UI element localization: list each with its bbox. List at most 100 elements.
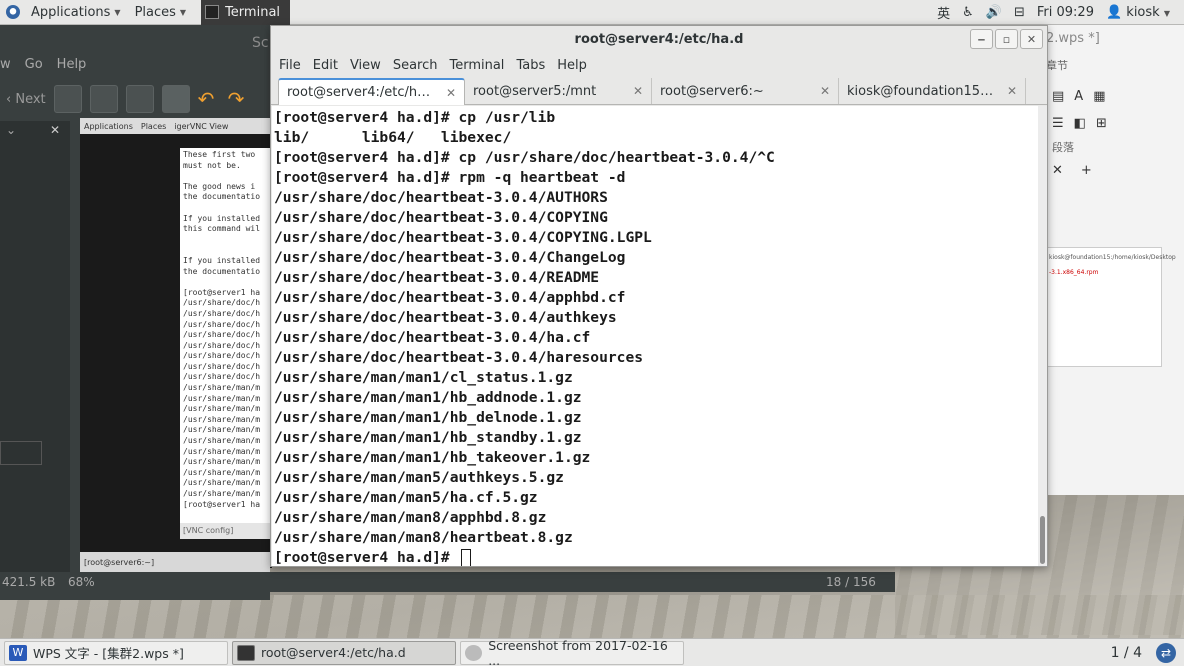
terminal-line: /usr/share/man/man5/authkeys.5.gz bbox=[274, 469, 564, 486]
terminal-line: /usr/share/man/man8/heartbeat.8.gz bbox=[274, 529, 573, 546]
align-icon[interactable]: ▤ bbox=[1052, 89, 1064, 104]
task-terminal[interactable]: root@server4:/etc/ha.d bbox=[232, 640, 456, 665]
toolbar-button-2[interactable] bbox=[89, 85, 118, 113]
accessibility-icon[interactable]: ♿ bbox=[962, 5, 974, 20]
menu-search[interactable]: Search bbox=[387, 58, 444, 73]
mini-text: -3.1.x86_64.rpm bbox=[1049, 269, 1099, 276]
sidebar-input[interactable] bbox=[0, 441, 42, 465]
maximize-button[interactable]: ▫ bbox=[995, 29, 1018, 49]
menu-file[interactable]: File bbox=[273, 58, 307, 73]
applications-menu[interactable]: Applications ▼ bbox=[24, 5, 128, 20]
next-label: Next bbox=[15, 91, 46, 107]
task-screenshot[interactable]: Screenshot from 2017-02-16 ... bbox=[460, 638, 684, 666]
terminal-prompt: [root@server4 ha.d]# bbox=[274, 549, 459, 566]
close-tab-icon[interactable]: ✕ bbox=[633, 84, 643, 98]
close-icon[interactable]: ✕ bbox=[1052, 163, 1063, 178]
active-app-terminal[interactable]: Terminal bbox=[201, 0, 291, 25]
tab-server4[interactable]: root@server4:/etc/ha.d ✕ bbox=[278, 78, 465, 105]
terminal-scrollbar[interactable] bbox=[1038, 106, 1047, 566]
rotate-left-icon[interactable]: ↶ bbox=[198, 88, 220, 110]
tab-foundation15[interactable]: kiosk@foundation15:/ho... ✕ bbox=[839, 78, 1026, 104]
menu-view[interactable]: View bbox=[344, 58, 387, 73]
wps-section-tab[interactable]: 章节 bbox=[1046, 57, 1068, 73]
terminal-output[interactable]: [root@server4 ha.d]# cp /usr/lib lib/ lib… bbox=[272, 106, 1038, 566]
file-size: 421.5 kB bbox=[2, 575, 56, 589]
vnc-doc-line: /usr/share/doc/h bbox=[183, 340, 261, 350]
close-icon[interactable]: ✕ bbox=[50, 123, 60, 137]
clock[interactable]: Fri 09:29 bbox=[1037, 5, 1094, 20]
menu-go[interactable]: Go bbox=[25, 57, 43, 79]
terminal-line: /usr/share/doc/heartbeat-3.0.4/ChangeLog bbox=[274, 249, 626, 266]
terminal-line: /usr/share/man/man8/apphbd.8.gz bbox=[274, 509, 547, 526]
task-wps[interactable]: W WPS 文字 - [集群2.wps *] bbox=[4, 640, 228, 665]
text-cursor bbox=[460, 549, 471, 566]
wps-toolbar: ▤ A ▦ ☰ ◧ ⊞ 段落 ✕ + bbox=[1052, 89, 1182, 179]
close-button[interactable]: ✕ bbox=[1020, 29, 1043, 49]
vnc-task-button[interactable]: [root@server6:~] bbox=[84, 558, 154, 567]
network-icon[interactable]: ⊟ bbox=[1014, 5, 1025, 20]
menu-view[interactable]: w bbox=[0, 57, 11, 79]
close-tab-icon[interactable]: ✕ bbox=[820, 84, 830, 98]
terminal-titlebar[interactable]: root@server4:/etc/ha.d ‒ ▫ ✕ bbox=[271, 26, 1047, 53]
menu-bar: w Go Help bbox=[0, 57, 270, 79]
terminal-window[interactable]: root@server4:/etc/ha.d ‒ ▫ ✕ File Edit V… bbox=[270, 25, 1048, 567]
border-icon[interactable]: ⊞ bbox=[1096, 116, 1107, 131]
tab-server5[interactable]: root@server5:/mnt ✕ bbox=[465, 78, 652, 104]
toolbar: ‹ Next ↶ ↷ bbox=[0, 79, 270, 119]
terminal-line: /usr/share/doc/heartbeat-3.0.4/COPYING bbox=[274, 209, 608, 226]
menu-edit[interactable]: Edit bbox=[307, 58, 344, 73]
vnc-viewer[interactable]: Applications Places igerVNC View These f… bbox=[80, 118, 272, 568]
document-status-bar: 421.5 kB 68% 18 / 156 bbox=[0, 572, 895, 592]
rotate-right-icon[interactable]: ↷ bbox=[228, 88, 250, 110]
volume-icon[interactable]: 🔊 bbox=[986, 5, 1002, 20]
vnc-doc-line: /usr/share/man/m bbox=[183, 467, 261, 477]
toolbar-button-1[interactable] bbox=[53, 85, 82, 113]
menu-help[interactable]: Help bbox=[551, 58, 593, 73]
fill-icon[interactable]: ◧ bbox=[1074, 116, 1086, 131]
workspace-switcher[interactable]: 1 / 4 ⇄ bbox=[1111, 642, 1176, 663]
page-indicator: 18 / 156 bbox=[826, 575, 876, 589]
wps-window[interactable]: 2.wps *] 章节 ▤ A ▦ ☰ ◧ ⊞ 段落 ✕ + kiosk@fou… bbox=[1046, 25, 1184, 495]
tab-server6[interactable]: root@server6:~ ✕ bbox=[652, 78, 839, 104]
scrollbar-thumb[interactable] bbox=[1040, 516, 1045, 564]
terminal-menu-bar: File Edit View Search Terminal Tabs Help bbox=[271, 53, 1047, 77]
terminal-line: /usr/share/man/man1/cl_status.1.gz bbox=[274, 369, 573, 386]
vnc-doc-line: /usr/share/doc/h bbox=[183, 308, 261, 318]
sidebar: ⌄ ✕ bbox=[0, 121, 70, 581]
minimize-button[interactable]: ‒ bbox=[970, 29, 993, 49]
user-menu[interactable]: 👤 kiosk ▼ bbox=[1106, 5, 1170, 20]
terminal-line: [root@server4 ha.d]# rpm -q heartbeat -d bbox=[274, 169, 626, 186]
menu-help[interactable]: Help bbox=[57, 57, 87, 79]
places-menu[interactable]: Places ▼ bbox=[128, 5, 194, 20]
toolbar-button-4[interactable] bbox=[161, 85, 190, 113]
vnc-doc-line bbox=[183, 277, 269, 288]
task-label: WPS 文字 - [集群2.wps *] bbox=[33, 646, 184, 661]
active-app-label: Terminal bbox=[225, 4, 281, 20]
chevron-down-icon[interactable]: ⌄ bbox=[6, 123, 16, 137]
list-icon[interactable]: ☰ bbox=[1052, 116, 1064, 131]
close-tab-icon[interactable]: ✕ bbox=[1007, 84, 1017, 98]
vnc-doc-line: /usr/share/man/m bbox=[183, 457, 261, 467]
format-icon[interactable]: ▦ bbox=[1093, 89, 1105, 104]
zoom-level: 68% bbox=[68, 575, 95, 589]
vnc-places[interactable]: Places bbox=[141, 122, 166, 131]
add-icon[interactable]: + bbox=[1081, 163, 1092, 178]
text-style-icon[interactable]: A bbox=[1074, 89, 1083, 104]
vnc-applications[interactable]: Applications bbox=[84, 122, 133, 131]
input-method-indicator[interactable]: 英 bbox=[937, 3, 950, 22]
wps-toolbar-row-3: ✕ + bbox=[1052, 163, 1182, 178]
vnc-doc-line: /usr/share/doc/h bbox=[183, 330, 261, 340]
terminal-prompt-line[interactable]: [root@server4 ha.d]# bbox=[274, 548, 1038, 566]
vnc-doc-line: /usr/share/man/m bbox=[183, 393, 261, 403]
wps-toolbar-row-1: ▤ A ▦ bbox=[1052, 89, 1182, 104]
close-tab-icon[interactable]: ✕ bbox=[446, 86, 456, 100]
menu-terminal[interactable]: Terminal bbox=[443, 58, 510, 73]
vnc-doc-line: /usr/share/man/m bbox=[183, 425, 261, 435]
vnc-doc-line: this command wil bbox=[183, 224, 261, 234]
next-button[interactable]: ‹ Next bbox=[6, 92, 46, 107]
menu-tabs[interactable]: Tabs bbox=[510, 58, 551, 73]
places-label: Places bbox=[134, 4, 176, 20]
vnc-viewer-tab[interactable]: igerVNC View bbox=[174, 122, 228, 131]
toolbar-button-3[interactable] bbox=[125, 85, 154, 113]
workspace-icon[interactable]: ⇄ bbox=[1156, 642, 1176, 663]
